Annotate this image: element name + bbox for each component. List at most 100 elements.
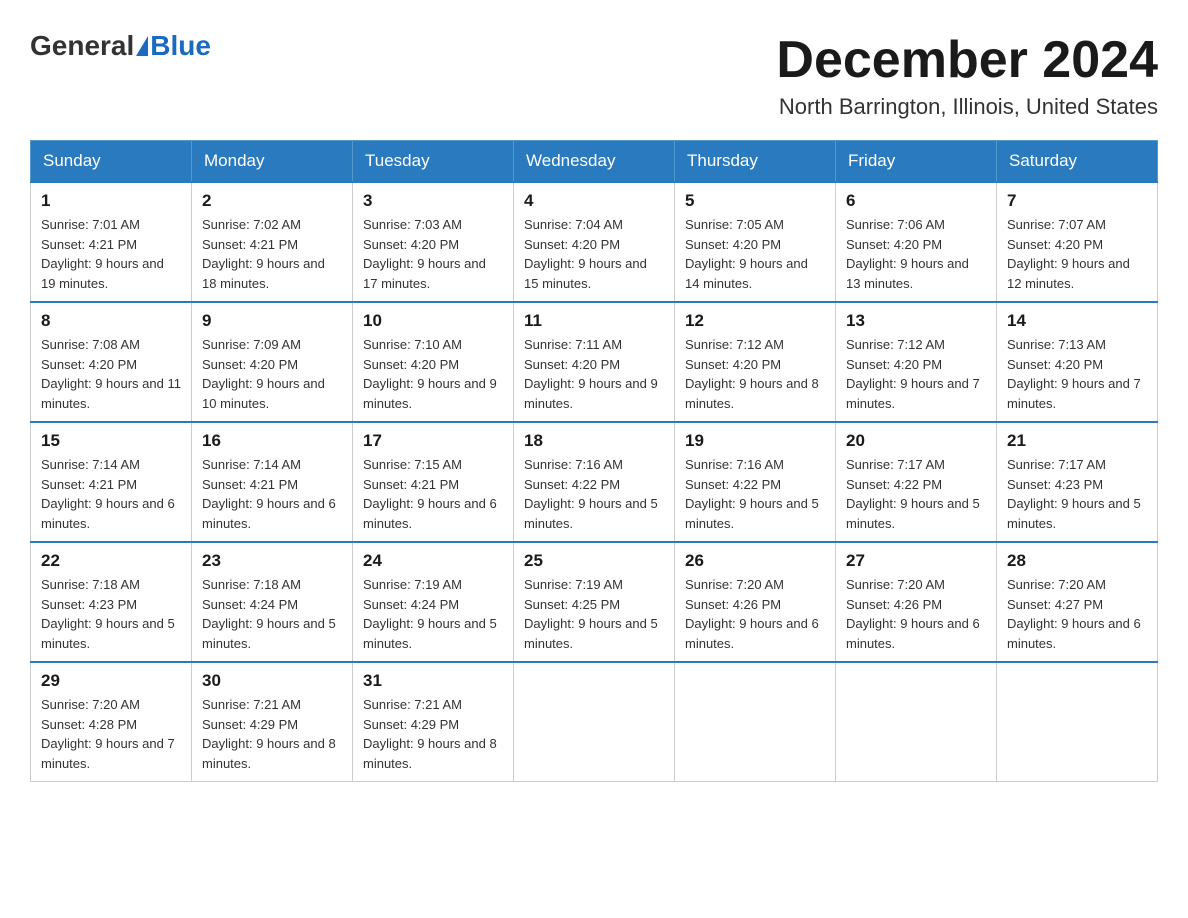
day-number: 4 [524,191,664,211]
day-number: 24 [363,551,503,571]
calendar-cell: 21 Sunrise: 7:17 AMSunset: 4:23 PMDayligh… [997,422,1158,542]
day-info: Sunrise: 7:20 AMSunset: 4:26 PMDaylight:… [685,575,825,653]
logo-area: General Blue [30,30,211,62]
calendar-header-row: SundayMondayTuesdayWednesdayThursdayFrid… [31,141,1158,183]
calendar-cell: 4Sunrise: 7:04 AMSunset: 4:20 PMDaylight… [514,182,675,302]
calendar-cell: 13 Sunrise: 7:12 AMSunset: 4:20 PMDayligh… [836,302,997,422]
day-info: Sunrise: 7:06 AMSunset: 4:20 PMDaylight:… [846,215,986,293]
day-number: 26 [685,551,825,571]
calendar-cell [997,662,1158,782]
day-info: Sunrise: 7:05 AMSunset: 4:20 PMDaylight:… [685,215,825,293]
day-number: 5 [685,191,825,211]
calendar-cell: 26 Sunrise: 7:20 AMSunset: 4:26 PMDayligh… [675,542,836,662]
day-number: 10 [363,311,503,331]
day-info: Sunrise: 7:18 AMSunset: 4:23 PMDaylight:… [41,575,181,653]
day-info: Sunrise: 7:03 AMSunset: 4:20 PMDaylight:… [363,215,503,293]
day-number: 25 [524,551,664,571]
day-info: Sunrise: 7:20 AMSunset: 4:27 PMDaylight:… [1007,575,1147,653]
calendar-week-row: 15 Sunrise: 7:14 AMSunset: 4:21 PMDayligh… [31,422,1158,542]
day-number: 11 [524,311,664,331]
month-title: December 2024 [776,30,1158,90]
day-number: 29 [41,671,181,691]
header-sunday: Sunday [31,141,192,183]
day-number: 1 [41,191,181,211]
day-info: Sunrise: 7:14 AMSunset: 4:21 PMDaylight:… [202,455,342,533]
calendar-cell: 29 Sunrise: 7:20 AMSunset: 4:28 PMDayligh… [31,662,192,782]
day-number: 16 [202,431,342,451]
calendar-cell: 5 Sunrise: 7:05 AMSunset: 4:20 PMDaylight… [675,182,836,302]
calendar-cell [514,662,675,782]
day-info: Sunrise: 7:01 AMSunset: 4:21 PMDaylight:… [41,215,181,293]
day-info: Sunrise: 7:13 AMSunset: 4:20 PMDaylight:… [1007,335,1147,413]
calendar-cell: 14 Sunrise: 7:13 AMSunset: 4:20 PMDayligh… [997,302,1158,422]
day-info: Sunrise: 7:02 AMSunset: 4:21 PMDaylight:… [202,215,342,293]
day-number: 8 [41,311,181,331]
day-info: Sunrise: 7:07 AMSunset: 4:20 PMDaylight:… [1007,215,1147,293]
page-header: General Blue December 2024 North Barring… [30,30,1158,120]
day-info: Sunrise: 7:15 AMSunset: 4:21 PMDaylight:… [363,455,503,533]
calendar-cell: 8Sunrise: 7:08 AMSunset: 4:20 PMDaylight… [31,302,192,422]
day-info: Sunrise: 7:19 AMSunset: 4:24 PMDaylight:… [363,575,503,653]
calendar-week-row: 22 Sunrise: 7:18 AMSunset: 4:23 PMDayligh… [31,542,1158,662]
calendar-cell: 17 Sunrise: 7:15 AMSunset: 4:21 PMDayligh… [353,422,514,542]
calendar-cell: 19 Sunrise: 7:16 AMSunset: 4:22 PMDayligh… [675,422,836,542]
header-thursday: Thursday [675,141,836,183]
calendar-cell: 12 Sunrise: 7:12 AMSunset: 4:20 PMDayligh… [675,302,836,422]
day-info: Sunrise: 7:20 AMSunset: 4:26 PMDaylight:… [846,575,986,653]
calendar-cell: 22 Sunrise: 7:18 AMSunset: 4:23 PMDayligh… [31,542,192,662]
calendar-cell: 16 Sunrise: 7:14 AMSunset: 4:21 PMDayligh… [192,422,353,542]
day-info: Sunrise: 7:17 AMSunset: 4:22 PMDaylight:… [846,455,986,533]
day-number: 14 [1007,311,1147,331]
day-number: 19 [685,431,825,451]
calendar-cell: 28Sunrise: 7:20 AMSunset: 4:27 PMDayligh… [997,542,1158,662]
day-number: 9 [202,311,342,331]
day-number: 18 [524,431,664,451]
calendar-cell [836,662,997,782]
day-info: Sunrise: 7:10 AMSunset: 4:20 PMDaylight:… [363,335,503,413]
day-number: 7 [1007,191,1147,211]
day-number: 20 [846,431,986,451]
calendar-cell: 6 Sunrise: 7:06 AMSunset: 4:20 PMDaylight… [836,182,997,302]
day-number: 12 [685,311,825,331]
day-number: 6 [846,191,986,211]
logo-triangle-icon [136,36,148,56]
calendar-cell: 11 Sunrise: 7:11 AMSunset: 4:20 PMDayligh… [514,302,675,422]
day-number: 23 [202,551,342,571]
day-info: Sunrise: 7:11 AMSunset: 4:20 PMDaylight:… [524,335,664,413]
day-info: Sunrise: 7:17 AMSunset: 4:23 PMDaylight:… [1007,455,1147,533]
calendar-cell: 20 Sunrise: 7:17 AMSunset: 4:22 PMDayligh… [836,422,997,542]
header-friday: Friday [836,141,997,183]
logo-blue-text: Blue [150,30,211,62]
day-info: Sunrise: 7:21 AMSunset: 4:29 PMDaylight:… [202,695,342,773]
day-number: 13 [846,311,986,331]
day-number: 21 [1007,431,1147,451]
calendar-week-row: 29 Sunrise: 7:20 AMSunset: 4:28 PMDayligh… [31,662,1158,782]
calendar-cell: 9 Sunrise: 7:09 AMSunset: 4:20 PMDaylight… [192,302,353,422]
calendar-table: SundayMondayTuesdayWednesdayThursdayFrid… [30,140,1158,782]
day-number: 3 [363,191,503,211]
calendar-cell: 15Sunrise: 7:14 AMSunset: 4:21 PMDayligh… [31,422,192,542]
day-info: Sunrise: 7:18 AMSunset: 4:24 PMDaylight:… [202,575,342,653]
header-saturday: Saturday [997,141,1158,183]
day-info: Sunrise: 7:19 AMSunset: 4:25 PMDaylight:… [524,575,664,653]
day-info: Sunrise: 7:16 AMSunset: 4:22 PMDaylight:… [524,455,664,533]
day-info: Sunrise: 7:20 AMSunset: 4:28 PMDaylight:… [41,695,181,773]
calendar-cell: 25 Sunrise: 7:19 AMSunset: 4:25 PMDayligh… [514,542,675,662]
calendar-cell [675,662,836,782]
day-info: Sunrise: 7:16 AMSunset: 4:22 PMDaylight:… [685,455,825,533]
day-number: 17 [363,431,503,451]
calendar-cell: 30 Sunrise: 7:21 AMSunset: 4:29 PMDayligh… [192,662,353,782]
day-info: Sunrise: 7:09 AMSunset: 4:20 PMDaylight:… [202,335,342,413]
day-number: 30 [202,671,342,691]
day-number: 2 [202,191,342,211]
day-number: 27 [846,551,986,571]
calendar-cell: 27 Sunrise: 7:20 AMSunset: 4:26 PMDayligh… [836,542,997,662]
calendar-week-row: 1 Sunrise: 7:01 AMSunset: 4:21 PMDaylight… [31,182,1158,302]
day-info: Sunrise: 7:12 AMSunset: 4:20 PMDaylight:… [685,335,825,413]
day-info: Sunrise: 7:12 AMSunset: 4:20 PMDaylight:… [846,335,986,413]
day-number: 22 [41,551,181,571]
calendar-cell: 23 Sunrise: 7:18 AMSunset: 4:24 PMDayligh… [192,542,353,662]
location-subtitle: North Barrington, Illinois, United State… [776,94,1158,120]
day-number: 15 [41,431,181,451]
calendar-cell: 3 Sunrise: 7:03 AMSunset: 4:20 PMDaylight… [353,182,514,302]
